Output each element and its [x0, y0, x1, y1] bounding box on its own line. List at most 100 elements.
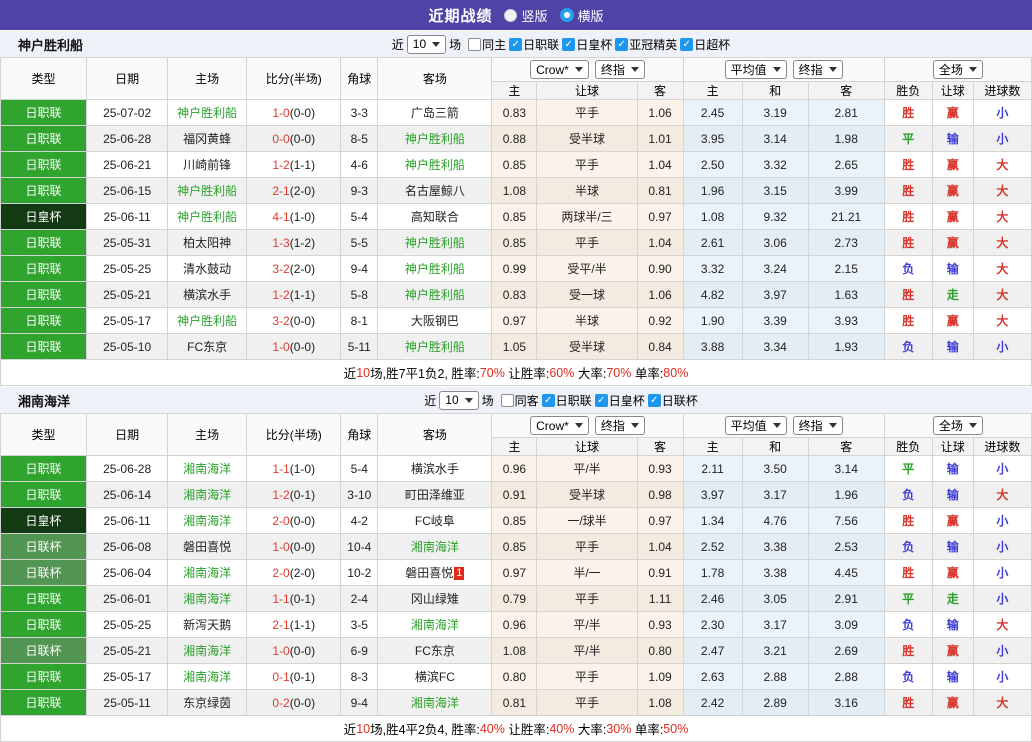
odds-provider-select[interactable]: Crow*	[530, 60, 589, 79]
away-team: 神户胜利船	[405, 158, 465, 172]
corner-cell: 5-4	[341, 456, 378, 482]
score-link[interactable]: 1-0	[272, 540, 289, 554]
odds-provider-select[interactable]: Crow*	[530, 416, 589, 435]
score-link[interactable]: 3-2	[272, 314, 289, 328]
home-odds-cell: 0.85	[492, 152, 537, 178]
match-row: 日联杯25-06-04湘南海洋2-0(2-0)10-2磐田喜悦10.97半/一0…	[1, 560, 1032, 586]
match-row: 日职联25-05-21横滨水手1-2(1-1)5-8神户胜利船0.83受一球1.…	[1, 282, 1032, 308]
home-odds-cell: 0.85	[492, 204, 537, 230]
score-link[interactable]: 2-1	[272, 184, 289, 198]
score-cell: 1-2(0-1)	[247, 482, 341, 508]
col-header-5: 客场	[378, 414, 492, 456]
league-filter-label: 日职联	[523, 36, 559, 53]
league-filter-checkbox[interactable]	[595, 394, 608, 407]
score-link[interactable]: 2-0	[272, 566, 289, 580]
odds-stage-select[interactable]: 终指	[595, 416, 645, 435]
score-link[interactable]: 3-2	[272, 262, 289, 276]
away-team: 广岛三箭	[411, 106, 459, 120]
score-cell: 1-2(1-1)	[247, 282, 341, 308]
league-filter-checkbox[interactable]	[680, 38, 693, 51]
handicap-cell: 两球半/三	[537, 204, 637, 230]
score-link[interactable]: 0-0	[272, 132, 289, 146]
score-link[interactable]: 1-2	[272, 488, 289, 502]
away-team-cell: FC东京	[378, 638, 492, 664]
odds-stage-select[interactable]: 终指	[595, 60, 645, 79]
match-row: 日联杯25-06-08磐田喜悦1-0(0-0)10-4湘南海洋0.85平手1.0…	[1, 534, 1032, 560]
avg-home-cell: 1.90	[683, 308, 742, 334]
corner-cell: 5-11	[341, 334, 378, 360]
score-link[interactable]: 1-2	[272, 288, 289, 302]
away-team-cell: 广岛三箭	[378, 100, 492, 126]
away-team-cell: 神户胜利船	[378, 230, 492, 256]
date-cell: 25-05-17	[87, 308, 168, 334]
corner-cell: 4-6	[341, 152, 378, 178]
score-link[interactable]: 2-1	[272, 618, 289, 632]
result-wdl-cell: 负	[884, 482, 932, 508]
radio-vertical[interactable]	[504, 9, 517, 22]
sub-col-header: 客	[637, 82, 683, 100]
result-goals-cell: 小	[973, 126, 1031, 152]
league-filter-checkbox[interactable]	[562, 38, 575, 51]
average-stage-select[interactable]: 终指	[793, 60, 843, 79]
home-team: 神户胜利船	[177, 106, 237, 120]
result-handicap-cell: 走	[932, 282, 973, 308]
corner-cell: 5-5	[341, 230, 378, 256]
same-venue-checkbox[interactable]	[468, 38, 481, 51]
sub-col-header: 让球	[537, 438, 637, 456]
home-team: 磐田喜悦	[183, 540, 231, 554]
recent-count-select[interactable]: 10	[439, 391, 478, 410]
avg-away-cell: 21.21	[808, 204, 884, 230]
league-type-cell: 日职联	[1, 586, 87, 612]
corner-cell: 4-2	[341, 508, 378, 534]
halftime-score: (0-0)	[290, 314, 315, 328]
league-filter-checkbox[interactable]	[509, 38, 522, 51]
result-handicap-cell: 输	[932, 664, 973, 690]
summary-text: 近	[344, 719, 357, 738]
result-wdl-cell: 负	[884, 334, 932, 360]
home-team: 湘南海洋	[183, 462, 231, 476]
away-team-cell: 高知联合	[378, 204, 492, 230]
score-link[interactable]: 1-1	[272, 462, 289, 476]
radio-horizontal[interactable]	[560, 8, 574, 22]
fullmatch-select[interactable]: 全场	[933, 416, 983, 435]
summary-text: 单率:	[631, 363, 663, 382]
score-link[interactable]: 2-0	[272, 514, 289, 528]
average-select[interactable]: 平均值	[725, 416, 787, 435]
fullmatch-select[interactable]: 全场	[933, 60, 983, 79]
score-link[interactable]: 0-1	[272, 670, 289, 684]
score-link[interactable]: 1-1	[272, 592, 289, 606]
odds-provider-select-value: Crow*	[536, 419, 569, 433]
average-stage-select[interactable]: 终指	[793, 416, 843, 435]
avg-home-cell: 3.88	[683, 334, 742, 360]
date-cell: 25-05-11	[87, 690, 168, 716]
result-wdl-cell: 平	[884, 586, 932, 612]
league-filter-checkbox[interactable]	[542, 394, 555, 407]
home-team: FC东京	[187, 340, 227, 354]
home-team-cell: 神户胜利船	[168, 100, 247, 126]
result-goals-cell: 小	[973, 508, 1031, 534]
recent-count-select[interactable]: 10	[407, 35, 446, 54]
result-handicap-cell: 输	[932, 612, 973, 638]
away-odds-cell: 1.11	[637, 586, 683, 612]
league-filter-checkbox[interactable]	[648, 394, 661, 407]
average-select[interactable]: 平均值	[725, 60, 787, 79]
league-type-cell: 日联杯	[1, 534, 87, 560]
same-venue-checkbox[interactable]	[501, 394, 514, 407]
score-link[interactable]: 1-0	[272, 644, 289, 658]
avg-home-cell: 2.47	[683, 638, 742, 664]
match-row: 日皇杯25-06-11神户胜利船4-1(1-0)5-4高知联合0.85两球半/三…	[1, 204, 1032, 230]
score-link[interactable]: 0-2	[272, 696, 289, 710]
league-filter-checkbox[interactable]	[615, 38, 628, 51]
league-type-cell: 日联杯	[1, 560, 87, 586]
handicap-cell: 一/球半	[537, 508, 637, 534]
score-link[interactable]: 1-3	[272, 236, 289, 250]
score-link[interactable]: 4-1	[272, 210, 289, 224]
home-odds-cell: 0.96	[492, 612, 537, 638]
score-link[interactable]: 1-0	[272, 106, 289, 120]
result-wdl-cell: 负	[884, 534, 932, 560]
away-team-cell: 名古屋鲸八	[378, 178, 492, 204]
score-link[interactable]: 1-2	[272, 158, 289, 172]
score-link[interactable]: 1-0	[272, 340, 289, 354]
result-handicap-cell: 输	[932, 334, 973, 360]
same-venue-filter: 同客	[501, 392, 539, 409]
